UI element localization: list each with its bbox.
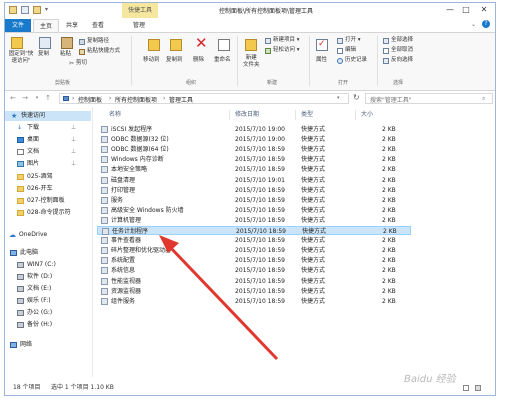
- explorer-window: ▾ 快捷工具 控制面板\所有控制面板项\管理工具 — □ ✕ 文件 主页 共享 …: [4, 2, 496, 396]
- arrow-shaft: [167, 244, 279, 361]
- large-icons-view-icon[interactable]: [475, 385, 481, 391]
- watermark: Baidu 经验: [404, 374, 456, 385]
- annotation-arrow: [159, 235, 279, 361]
- arrow-head: [159, 235, 179, 253]
- item-count: 18 个项目: [13, 384, 41, 391]
- selection-info: 选中 1 个项目 1.10 KB: [51, 384, 114, 391]
- details-view-icon[interactable]: [463, 385, 469, 391]
